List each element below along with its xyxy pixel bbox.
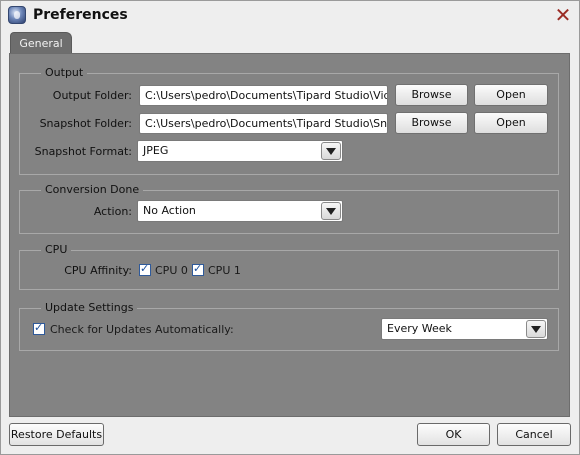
cpu-affinity-label: CPU Affinity: — [64, 264, 132, 277]
snapshot-format-select[interactable]: JPEG — [137, 140, 343, 162]
snapshot-browse-button[interactable]: Browse — [395, 112, 468, 134]
output-open-button[interactable]: Open — [474, 84, 548, 106]
window-title: Preferences — [33, 7, 128, 23]
chevron-down-icon[interactable] — [321, 202, 341, 220]
action-value: No Action — [143, 204, 196, 217]
close-icon[interactable]: ✕ — [552, 4, 574, 26]
snapshot-folder-label: Snapshot Folder: — [39, 117, 132, 130]
update-settings-label: Update Settings — [41, 301, 138, 314]
chevron-down-icon[interactable] — [321, 142, 341, 160]
update-frequency-select[interactable]: Every Week — [381, 318, 548, 340]
cpu0-label: CPU 0 — [155, 264, 188, 277]
chevron-down-icon[interactable] — [526, 320, 546, 338]
cpu1-label: CPU 1 — [208, 264, 241, 277]
cancel-button[interactable]: Cancel — [497, 423, 571, 446]
output-folder-label: Output Folder: — [52, 89, 132, 102]
tab-general[interactable]: General — [10, 32, 72, 54]
snapshot-folder-field[interactable]: C:\Users\pedro\Documents\Tipard Studio\S… — [139, 113, 388, 134]
update-frequency-value: Every Week — [387, 322, 452, 335]
auto-update-label: Check for Updates Automatically: — [50, 323, 234, 336]
output-group-label: Output — [41, 66, 88, 79]
snapshot-format-label: Snapshot Format: — [34, 145, 132, 158]
output-browse-button[interactable]: Browse — [395, 84, 468, 106]
app-logo-icon — [8, 6, 26, 24]
cpu-group-label: CPU — [41, 243, 72, 256]
snapshot-format-value: JPEG — [143, 144, 169, 157]
action-select[interactable]: No Action — [137, 200, 343, 222]
output-folder-field[interactable]: C:\Users\pedro\Documents\Tipard Studio\V… — [139, 85, 388, 106]
ok-button[interactable]: OK — [417, 423, 490, 446]
auto-update-checkbox[interactable] — [33, 321, 45, 335]
cpu1-checkbox[interactable] — [192, 262, 204, 276]
cpu0-checkbox[interactable] — [139, 262, 151, 276]
action-label: Action: — [93, 205, 132, 218]
conversion-done-label: Conversion Done — [41, 183, 144, 196]
restore-defaults-button[interactable]: Restore Defaults — [9, 423, 104, 446]
snapshot-open-button[interactable]: Open — [474, 112, 548, 134]
